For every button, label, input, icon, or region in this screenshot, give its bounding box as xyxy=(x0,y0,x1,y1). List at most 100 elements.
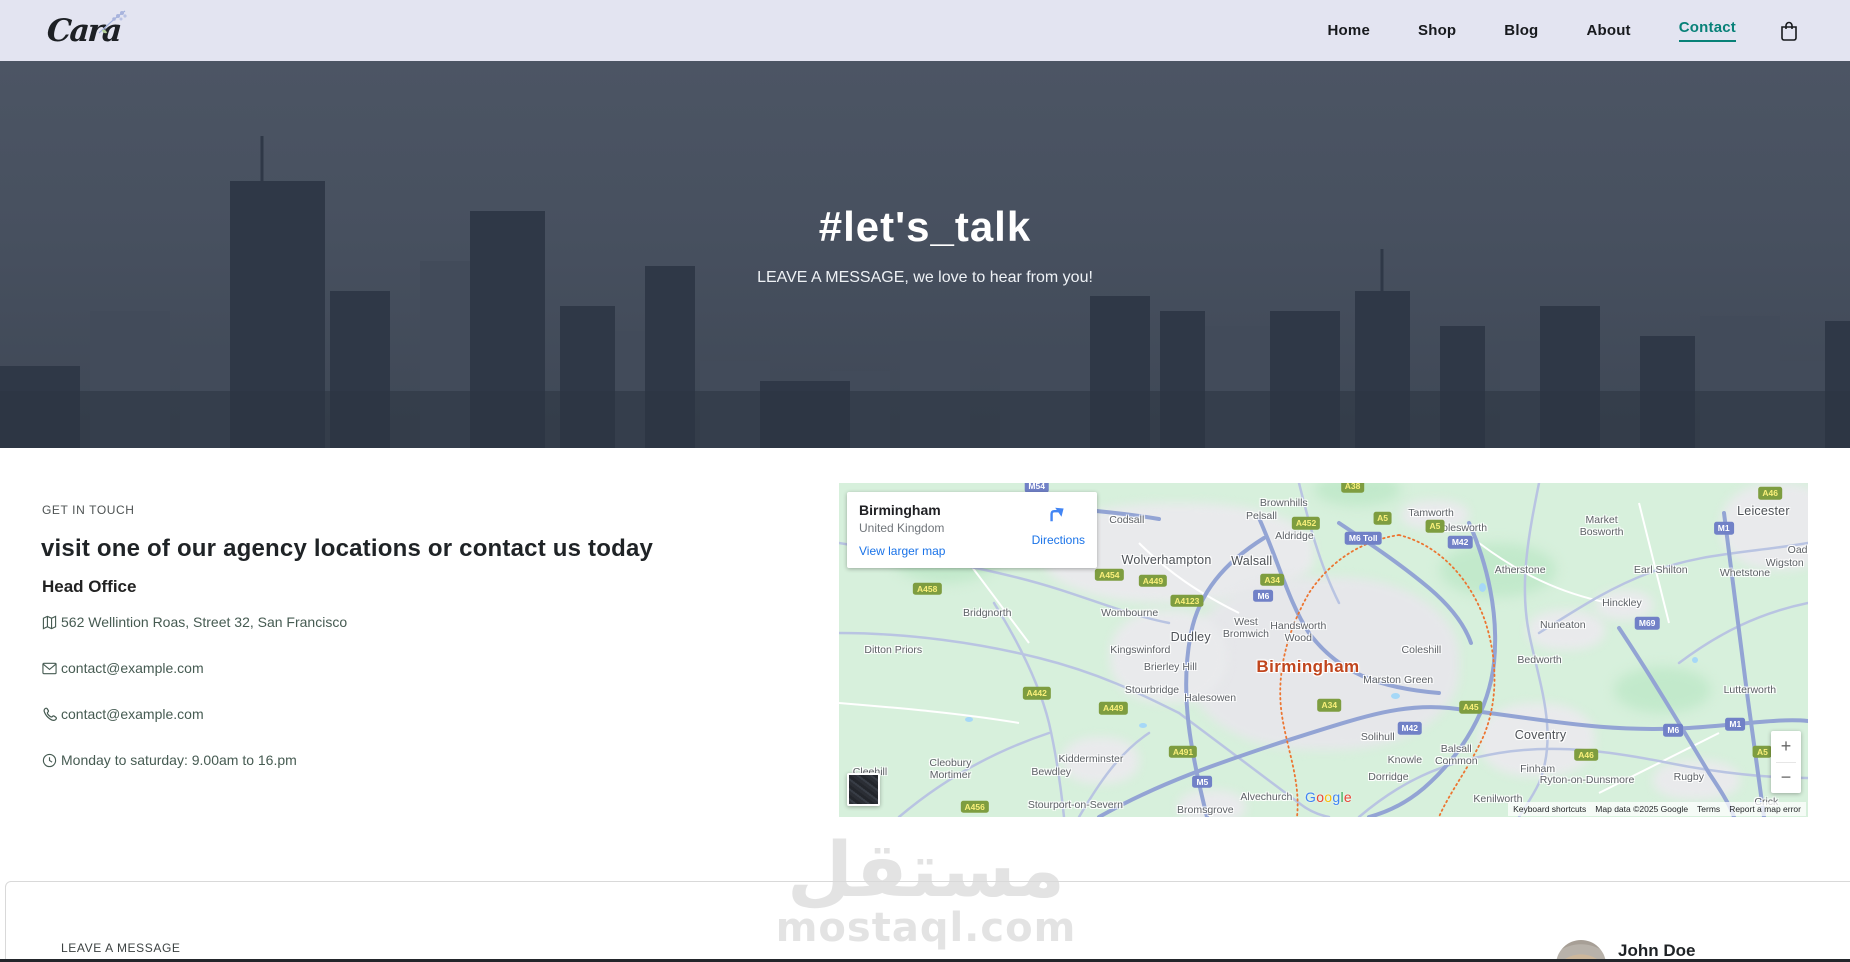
nav-item-blog[interactable]: Blog xyxy=(1504,22,1538,39)
nav-item-contact[interactable]: Contact xyxy=(1678,19,1736,42)
road-badge-a5: A5 xyxy=(1373,511,1393,525)
map-label-hinckley: Hinckley xyxy=(1602,597,1642,610)
attribution-map-data-2025-google: Map data ©2025 Google xyxy=(1595,804,1689,814)
satellite-view-toggle[interactable] xyxy=(847,773,880,806)
leave-message-kicker: LEAVE A MESSAGE xyxy=(61,941,181,955)
road-badge-a5: A5 xyxy=(1425,520,1445,533)
directions-arrow-icon xyxy=(1050,507,1064,522)
lavender-sprig-icon xyxy=(98,10,127,34)
map-label-leicester: Leicester xyxy=(1737,504,1790,519)
map-label-coleshill: Coleshill xyxy=(1401,644,1442,656)
road-badge-a34: A34 xyxy=(1317,698,1342,712)
navbar: Cara Home Shop Blog About Contact xyxy=(0,0,1850,61)
map-info-card: Birmingham United Kingdom View larger ma… xyxy=(847,492,1097,568)
road-badge-a38: A38 xyxy=(1340,483,1365,493)
contact-details: 562 Wellintion Roas, Street 32, San Fran… xyxy=(42,612,347,796)
hero-subtitle: LEAVE A MESSAGE, we love to hear from yo… xyxy=(757,269,1093,286)
map-label-wolverhampton: Wolverhampton xyxy=(1121,552,1212,567)
road-badge-a491: A491 xyxy=(1168,745,1198,759)
attribution-report-a-map-error[interactable]: Report a map error xyxy=(1729,804,1801,814)
map-label-marston-green: Marston Green xyxy=(1363,674,1434,687)
map-label-earl-shilton: Earl Shilton xyxy=(1633,563,1688,576)
road-badge-m6-toll: M6 Toll xyxy=(1344,531,1382,545)
road-badge-a442: A442 xyxy=(1022,687,1051,700)
map-label-nuneaton: Nuneaton xyxy=(1540,618,1586,631)
person-name: John Doe xyxy=(1618,941,1696,960)
map-label-brierley-hill: Brierley Hill xyxy=(1143,660,1197,673)
map-label-finham: Finham xyxy=(1520,762,1556,775)
map-label-ditton-priors: Ditton Priors xyxy=(864,644,923,656)
map-label-ryton-on-dunsmore: Ryton-on-Dunsmore xyxy=(1539,774,1635,787)
map-label-balsall-common: Balsall Common xyxy=(1434,743,1478,768)
map-label-kingswinford: Kingswinford xyxy=(1110,644,1171,656)
road-badge-m6: M6 xyxy=(1663,723,1684,737)
attribution-keyboard-shortcuts[interactable]: Keyboard shortcuts xyxy=(1513,804,1586,814)
view-larger-map-link[interactable]: View larger map xyxy=(859,544,945,558)
contact-heading: visit one of our agency locations or con… xyxy=(41,535,654,562)
road-badge-a456: A456 xyxy=(960,800,989,814)
hours-row: Monday to saturday: 9.00am to 16.pm xyxy=(42,750,347,770)
directions-label: Directions xyxy=(1031,533,1085,547)
road-badge-m1: M1 xyxy=(1725,718,1746,731)
map-label-stourbridge: Stourbridge xyxy=(1124,684,1180,697)
road-badge-a5: A5 xyxy=(1753,745,1772,759)
address-text: 562 Wellintion Roas, Street 32, San Fran… xyxy=(61,614,348,630)
road-badge-m42: M42 xyxy=(1447,535,1473,549)
hero-banner: #let's_talk LEAVE A MESSAGE, we love to … xyxy=(0,61,1850,448)
mail-icon xyxy=(42,662,57,675)
email-text: contact@example.com xyxy=(61,660,204,676)
map-label-stourport-on-severn: Stourport-on-Severn xyxy=(1027,799,1123,812)
map-label-bromsgrove: Bromsgrove xyxy=(1176,804,1234,817)
road-badge-a4123: A4123 xyxy=(1170,594,1204,608)
map-label-solihull: Solihull xyxy=(1360,730,1395,743)
road-badge-m5: M5 xyxy=(1192,775,1213,789)
nav-item-shop[interactable]: Shop xyxy=(1418,22,1456,39)
road-badge-a449: A449 xyxy=(1138,574,1168,588)
road-badge-a454: A454 xyxy=(1095,568,1124,582)
map-label-whetstone: Whetstone xyxy=(1719,567,1771,580)
road-badge-a458: A458 xyxy=(913,582,942,596)
road-badge-a449: A449 xyxy=(1099,701,1128,715)
map-label-rugby: Rugby xyxy=(1673,770,1704,783)
road-badge-m69: M69 xyxy=(1634,617,1660,630)
map-label-bridgnorth: Bridgnorth xyxy=(963,607,1012,620)
zoom-in-button[interactable]: + xyxy=(1771,731,1801,762)
nav-item-about[interactable]: About xyxy=(1586,22,1630,39)
map-label-aldridge: Aldridge xyxy=(1275,530,1314,543)
map-label-lutterworth: Lutterworth xyxy=(1723,684,1777,697)
shopping-bag-icon[interactable] xyxy=(1780,21,1798,41)
road-badge-a34: A34 xyxy=(1260,573,1284,587)
map-label-walsall: Walsall xyxy=(1231,554,1273,569)
google-map-embed[interactable]: Birmingham Wolverhampton Walsall Dudley Cove… xyxy=(839,483,1808,817)
road-badge-a46: A46 xyxy=(1758,486,1782,500)
map-label-handsworth-wood: Handsworth Wood xyxy=(1270,619,1327,644)
map-label-brownhills: Brownhills xyxy=(1259,497,1308,510)
map-attribution-bar: Keyboard shortcuts Map data ©2025 Google T… xyxy=(1508,802,1806,816)
road-badge-a46: A46 xyxy=(1574,748,1598,762)
get-in-touch-kicker: GET IN TOUCH xyxy=(42,503,135,517)
map-label-halesowen: Halesowen xyxy=(1184,692,1237,705)
map-label-codsall: Codsall xyxy=(1109,513,1145,526)
map-label-cleobury-mortimer: Cleobury Mortimer xyxy=(929,756,972,781)
clock-icon xyxy=(42,753,57,768)
map-icon xyxy=(42,615,57,630)
map-label-bedworth: Bedworth xyxy=(1517,654,1562,667)
directions-button[interactable]: Directions xyxy=(1032,502,1085,547)
map-label-kidderminster: Kidderminster xyxy=(1058,752,1124,765)
attribution-terms[interactable]: Terms xyxy=(1697,804,1720,814)
zoom-out-button[interactable]: − xyxy=(1771,763,1801,794)
head-office-title: Head Office xyxy=(42,577,137,596)
phone-row: contact@example.com xyxy=(42,704,347,724)
map-label-atherstone: Atherstone xyxy=(1494,563,1546,576)
map-label-dorridge: Dorridge xyxy=(1368,770,1409,783)
map-label-bewdley: Bewdley xyxy=(1031,765,1072,778)
road-badge-a45: A45 xyxy=(1458,700,1483,714)
road-badge-a452: A452 xyxy=(1291,516,1321,530)
map-zoom-control: + − xyxy=(1771,731,1801,793)
map-label-knowle: Knowle xyxy=(1387,754,1423,767)
map-label-market-bosworth: Market Bosworth xyxy=(1579,514,1624,539)
email-row: contact@example.com xyxy=(42,658,347,678)
nav-item-home[interactable]: Home xyxy=(1328,22,1370,39)
phone-icon xyxy=(42,707,57,722)
map-label-tamworth: Tamworth xyxy=(1408,507,1454,520)
